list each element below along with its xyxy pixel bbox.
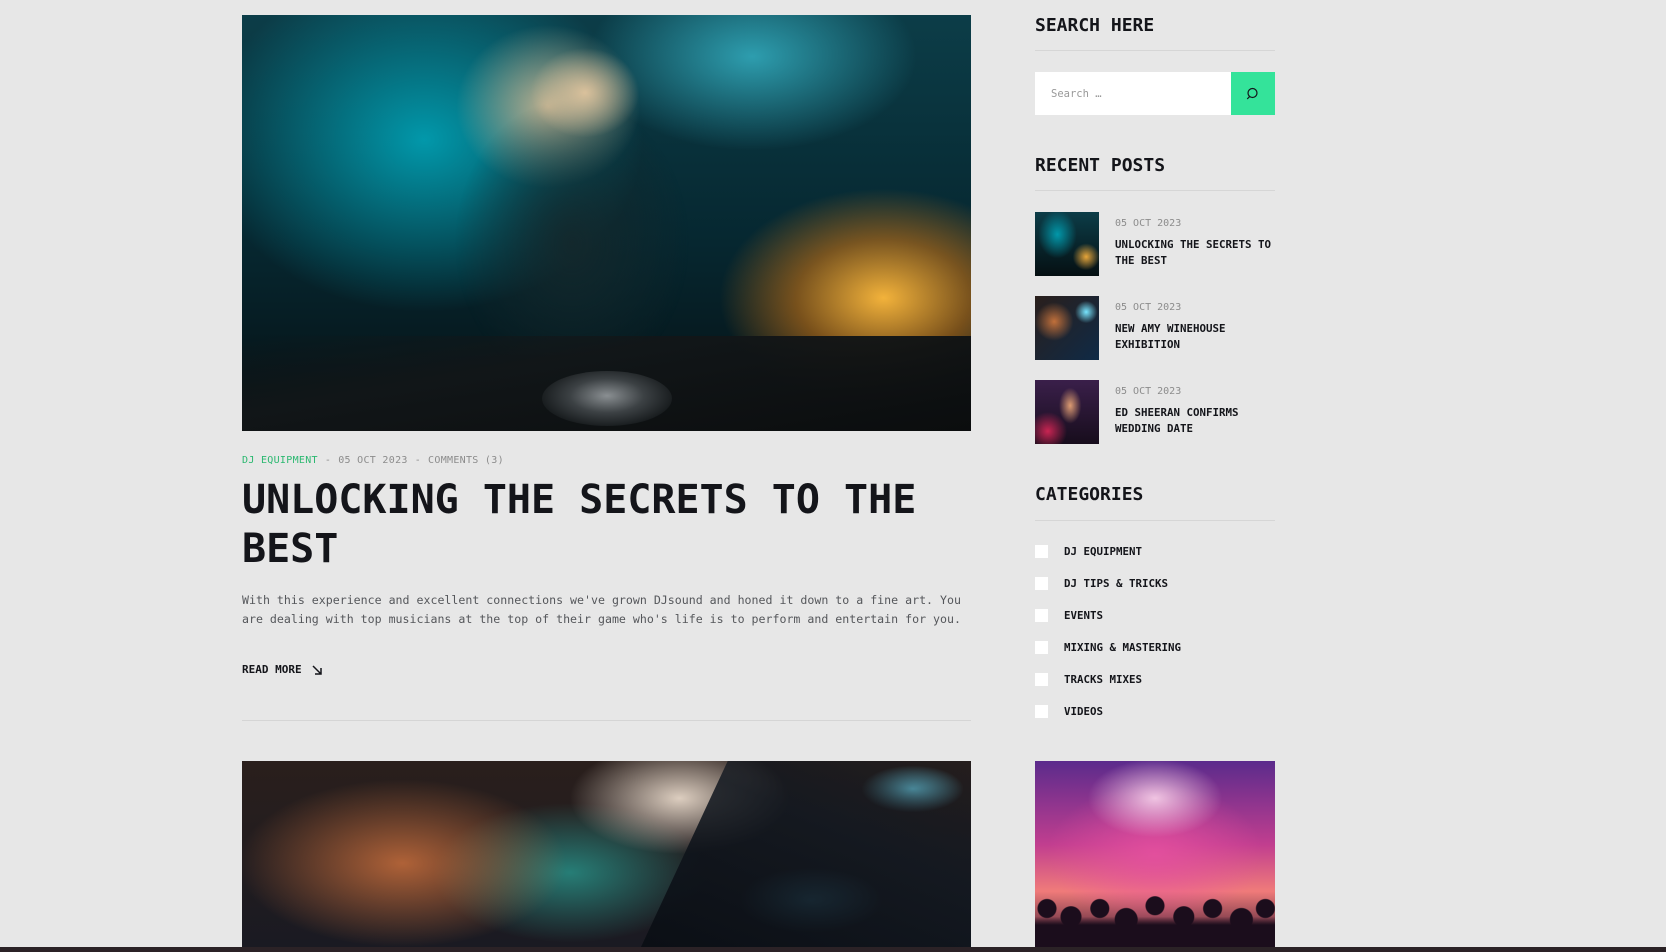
- category-item[interactable]: DJ EQUIPMENT: [1035, 544, 1142, 558]
- post-comments-link[interactable]: COMMENTS (3): [428, 455, 504, 466]
- post-meta: DJ EQUIPMENT -05 OCT 2023- COMMENTS (3): [242, 455, 504, 466]
- category-checkbox[interactable]: [1035, 608, 1048, 622]
- read-more-link[interactable]: READ MORE: [242, 663, 322, 676]
- category-checkbox[interactable]: [1035, 640, 1048, 654]
- meta-separator: -: [324, 455, 332, 466]
- categories-title: CATEGORIES: [1035, 484, 1144, 505]
- post-divider: [242, 720, 971, 721]
- arrow-down-right-icon: [312, 664, 322, 675]
- category-item[interactable]: VIDEOS: [1035, 704, 1103, 718]
- recent-post-title[interactable]: NEW AMY WINEHOUSE EXHIBITION: [1115, 321, 1280, 353]
- sidebar-banner-image[interactable]: [1035, 761, 1275, 947]
- post-category-link[interactable]: DJ EQUIPMENT: [242, 455, 318, 466]
- meta-separator: -: [414, 455, 422, 466]
- widget-divider: [1035, 50, 1275, 51]
- search-form: [1035, 72, 1275, 115]
- recent-post-thumbnail[interactable]: [1035, 380, 1099, 444]
- category-checkbox[interactable]: [1035, 576, 1048, 590]
- next-post-image[interactable]: [242, 761, 971, 947]
- recent-post-thumbnail[interactable]: [1035, 212, 1099, 276]
- category-label[interactable]: DJ TIPS & TRICKS: [1064, 577, 1168, 590]
- category-item[interactable]: EVENTS: [1035, 608, 1103, 622]
- category-checkbox[interactable]: [1035, 672, 1048, 686]
- read-more-label: READ MORE: [242, 663, 302, 676]
- post-excerpt: With this experience and excellent conne…: [242, 593, 961, 626]
- category-checkbox[interactable]: [1035, 544, 1048, 558]
- dj-figure: [442, 35, 702, 355]
- post-title[interactable]: UNLOCKING THE SECRETS TO THE BEST: [242, 476, 971, 574]
- recent-post-item[interactable]: 05 OCT 2023 NEW AMY WINEHOUSE EXHIBITION: [1035, 296, 1275, 360]
- recent-post-date: 05 OCT 2023: [1115, 218, 1182, 229]
- category-label[interactable]: TRACKS MIXES: [1064, 673, 1142, 686]
- recent-post-date: 05 OCT 2023: [1115, 386, 1182, 397]
- category-label[interactable]: EVENTS: [1064, 609, 1103, 622]
- search-widget-title: SEARCH HERE: [1035, 15, 1155, 36]
- recent-post-title[interactable]: ED SHEERAN CONFIRMS WEDDING DATE: [1115, 405, 1280, 437]
- recent-posts-title: RECENT POSTS: [1035, 155, 1166, 176]
- category-item[interactable]: TRACKS MIXES: [1035, 672, 1142, 686]
- category-item[interactable]: DJ TIPS & TRICKS: [1035, 576, 1168, 590]
- category-item[interactable]: MIXING & MASTERING: [1035, 640, 1181, 654]
- recent-post-title[interactable]: UNLOCKING THE SECRETS TO THE BEST: [1115, 237, 1280, 269]
- turntable-platter: [542, 371, 672, 426]
- search-button[interactable]: [1231, 72, 1275, 115]
- page-bottom-bar: [0, 947, 1666, 952]
- recent-post-item[interactable]: 05 OCT 2023 ED SHEERAN CONFIRMS WEDDING …: [1035, 380, 1275, 444]
- post-date: 05 OCT 2023: [338, 455, 408, 466]
- category-checkbox[interactable]: [1035, 704, 1048, 718]
- search-icon: [1246, 87, 1258, 99]
- search-input[interactable]: [1035, 72, 1231, 115]
- category-label[interactable]: VIDEOS: [1064, 705, 1103, 718]
- category-label[interactable]: DJ EQUIPMENT: [1064, 545, 1142, 558]
- category-label[interactable]: MIXING & MASTERING: [1064, 641, 1181, 654]
- recent-post-item[interactable]: 05 OCT 2023 UNLOCKING THE SECRETS TO THE…: [1035, 212, 1275, 276]
- recent-post-date: 05 OCT 2023: [1115, 302, 1182, 313]
- recent-post-thumbnail[interactable]: [1035, 296, 1099, 360]
- dj-booth-equipment: [641, 761, 971, 947]
- widget-divider: [1035, 190, 1275, 191]
- post-featured-image[interactable]: [242, 15, 971, 431]
- widget-divider: [1035, 520, 1275, 521]
- concert-crowd-silhouette: [1035, 892, 1275, 947]
